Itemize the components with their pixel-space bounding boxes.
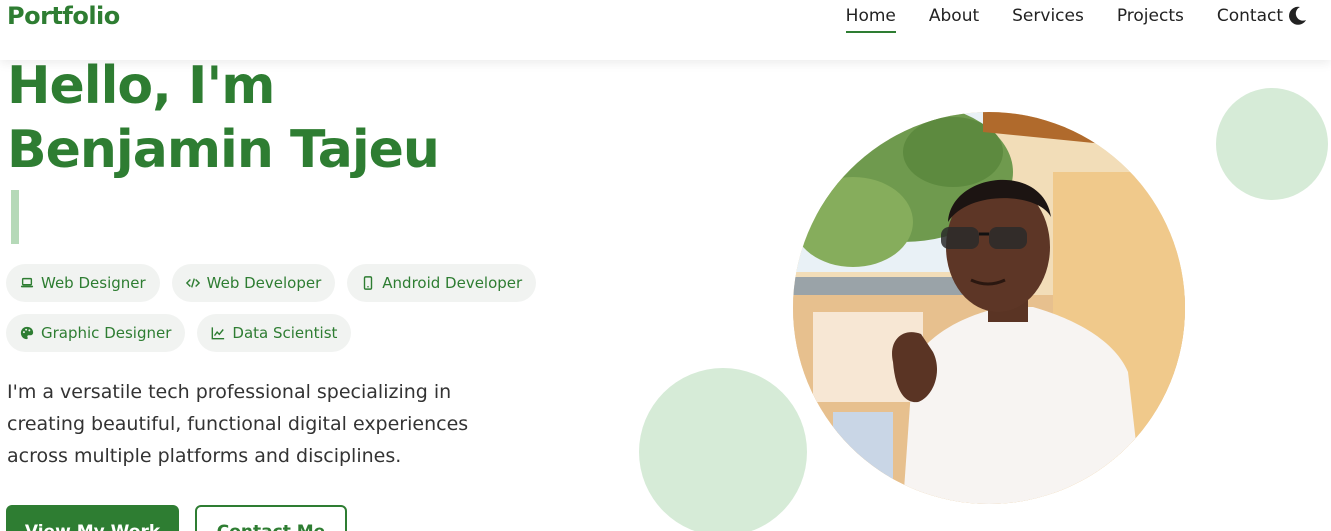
contact-me-button[interactable]: Contact Me — [195, 505, 347, 531]
mobile-icon — [364, 276, 373, 290]
moon-icon[interactable] — [1285, 4, 1309, 28]
role-label: Data Scientist — [232, 324, 338, 342]
typing-cursor — [11, 190, 19, 244]
role-chip-data-scientist: Data Scientist — [197, 314, 352, 352]
navbar: Portfolio Home About Services Projects C… — [0, 0, 1331, 60]
hero-title: Hello, I'm Benjamin Tajeu — [7, 54, 440, 182]
chart-line-icon — [212, 327, 225, 340]
role-label: Graphic Designer — [41, 324, 172, 342]
role-label: Web Designer — [41, 274, 146, 292]
code-icon — [185, 278, 200, 288]
decorative-circle — [639, 368, 807, 531]
hero-greeting: Hello, I'm — [7, 56, 275, 116]
nav-about[interactable]: About — [929, 6, 979, 32]
nav-services[interactable]: Services — [1012, 6, 1084, 32]
brand-logo[interactable]: Portfolio — [7, 2, 120, 30]
nav-home[interactable]: Home — [845, 6, 897, 33]
role-label: Android Developer — [382, 274, 523, 292]
role-chip-web-designer: Web Designer — [6, 264, 160, 302]
hero-intro: I'm a versatile tech professional specia… — [7, 381, 469, 467]
role-chip-graphic-designer: Graphic Designer — [6, 314, 186, 352]
role-chip-web-developer: Web Developer — [171, 264, 336, 302]
role-label: Web Developer — [206, 274, 322, 292]
role-chip-android-developer: Android Developer — [347, 264, 537, 302]
hero-name: Benjamin Tajeu — [7, 120, 440, 180]
decorative-circle — [1216, 88, 1328, 200]
laptop-icon — [20, 277, 34, 288]
view-my-work-button[interactable]: View My Work — [6, 505, 179, 531]
nav-contact[interactable]: Contact — [1217, 6, 1283, 32]
role-chips: Web Designer Web Developer Android Devel… — [6, 264, 537, 364]
nav-links: Home About Services Projects Contact — [813, 6, 1283, 33]
palette-icon — [20, 326, 34, 340]
profile-photo — [793, 112, 1185, 504]
nav-projects[interactable]: Projects — [1117, 6, 1184, 32]
